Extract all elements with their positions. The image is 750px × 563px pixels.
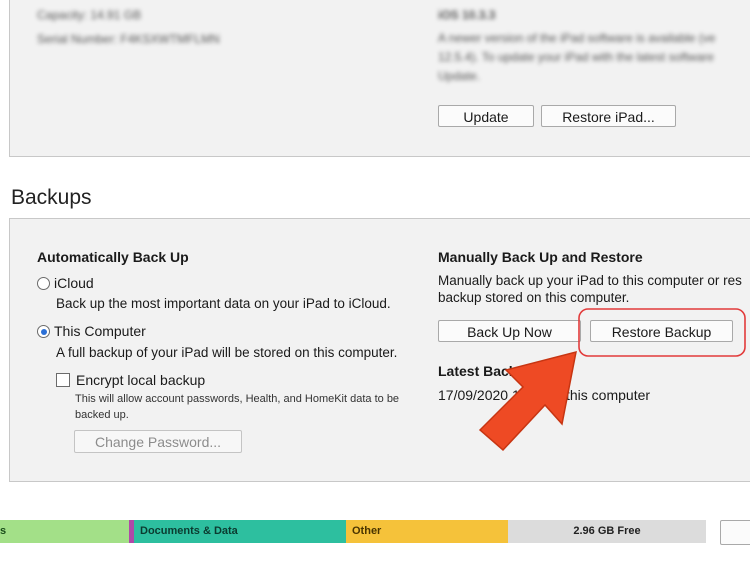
storage-seg-documents: Documents & Data <box>134 520 346 543</box>
arrow-icon <box>478 350 577 452</box>
storage-seg-free: 2.96 GB Free <box>508 520 706 543</box>
highlight-box <box>578 308 746 357</box>
annotation-overlay <box>478 308 746 452</box>
storage-seg-apps: s <box>0 520 129 543</box>
storage-bar: s Documents & Data Other 2.96 GB Free <box>0 520 706 543</box>
sync-button[interactable] <box>720 520 750 545</box>
storage-seg-other: Other <box>346 520 508 543</box>
